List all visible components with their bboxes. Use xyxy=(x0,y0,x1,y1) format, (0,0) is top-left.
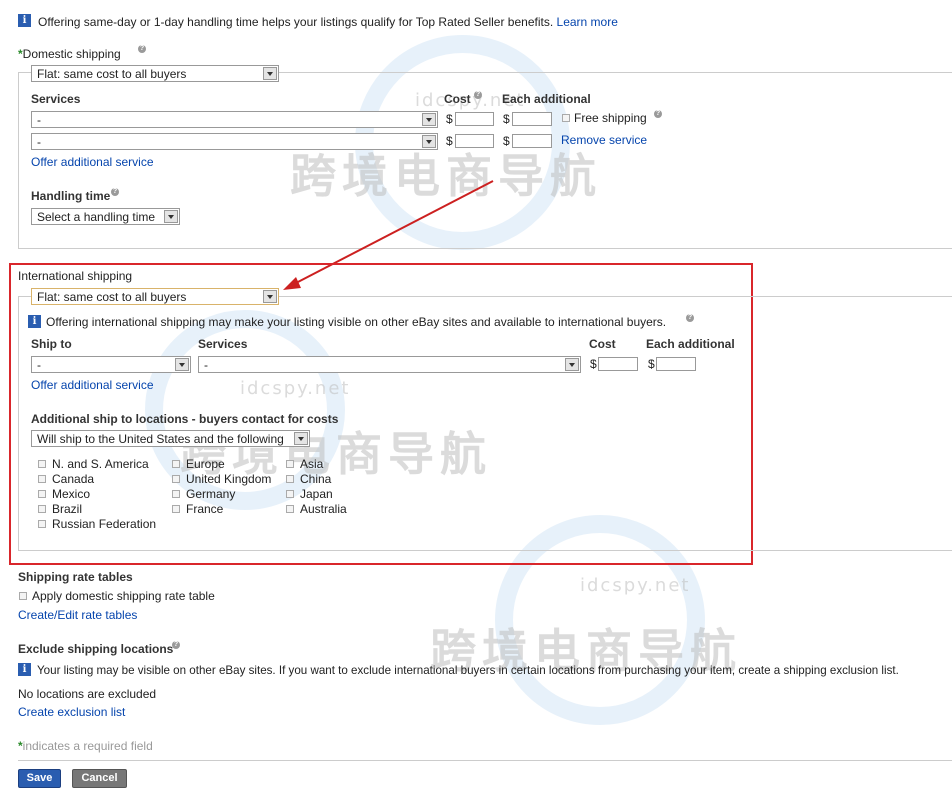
location-label: Asia xyxy=(300,457,324,471)
international-each-input[interactable] xyxy=(656,357,696,371)
international-service-select[interactable]: - xyxy=(198,356,581,373)
chevron-down-icon xyxy=(263,290,277,303)
location-label: Europe xyxy=(186,457,225,471)
help-icon[interactable]: ? xyxy=(686,314,694,322)
location-checkbox[interactable] xyxy=(286,475,294,483)
location-label: N. and S. America xyxy=(52,457,149,471)
apply-rate-table-checkbox[interactable] xyxy=(19,592,27,600)
location-label: United Kingdom xyxy=(186,472,272,486)
location-label: Russian Federation xyxy=(52,517,157,531)
ship-to-select[interactable]: - xyxy=(31,356,191,373)
chevron-down-icon xyxy=(294,432,308,445)
location-checkbox[interactable] xyxy=(172,475,180,483)
international-section-title: International shipping xyxy=(18,269,133,283)
international-cost-type-select[interactable]: Flat: same cost to all buyers xyxy=(31,288,279,305)
create-edit-rate-tables-link[interactable]: Create/Edit rate tables xyxy=(18,608,137,622)
location-checkbox[interactable] xyxy=(286,490,294,498)
exclude-notice: Your listing may be visible on other eBa… xyxy=(37,664,899,677)
international-service-value: - xyxy=(204,358,208,372)
chevron-down-icon xyxy=(565,358,579,371)
help-icon[interactable]: ? xyxy=(172,641,180,649)
chevron-down-icon xyxy=(175,358,189,371)
additional-locations-value: Will ship to the United States and the f… xyxy=(37,432,284,446)
currency-symbol: $ xyxy=(590,357,597,371)
international-cost-input[interactable] xyxy=(598,357,638,371)
location-checkbox[interactable] xyxy=(38,490,46,498)
location-checkbox[interactable] xyxy=(38,460,46,468)
international-offer-additional-link[interactable]: Offer additional service xyxy=(31,378,154,392)
create-exclusion-list-link[interactable]: Create exclusion list xyxy=(18,705,125,719)
location-label: Australia xyxy=(300,502,347,516)
location-checkbox[interactable] xyxy=(286,460,294,468)
rate-tables-title: Shipping rate tables xyxy=(18,570,133,584)
ship-to-label: Ship to xyxy=(31,337,72,351)
location-label: France xyxy=(186,502,224,516)
location-checkbox[interactable] xyxy=(172,460,180,468)
location-checkbox[interactable] xyxy=(286,505,294,513)
additional-locations-select[interactable]: Will ship to the United States and the f… xyxy=(31,430,310,447)
info-icon: i xyxy=(18,663,31,676)
location-label: Mexico xyxy=(52,487,91,501)
exclude-title: Exclude shipping locations xyxy=(18,642,174,656)
location-label: Japan xyxy=(300,487,333,501)
international-cost-type-value: Flat: same cost to all buyers xyxy=(37,290,187,304)
international-notice: Offering international shipping may make… xyxy=(46,315,667,329)
footer-divider xyxy=(18,760,952,761)
international-bottom-border xyxy=(18,550,952,551)
location-checkbox[interactable] xyxy=(38,505,46,513)
required-note: *indicates a required field xyxy=(18,739,153,753)
additional-locations-label: Additional ship to locations - buyers co… xyxy=(31,412,339,426)
location-checkbox[interactable] xyxy=(38,475,46,483)
currency-symbol: $ xyxy=(648,357,655,371)
exclusion-status: No locations are excluded xyxy=(18,687,157,701)
location-label: Brazil xyxy=(52,502,83,516)
apply-rate-table-label: Apply domestic shipping rate table xyxy=(32,589,215,603)
cancel-button[interactable]: Cancel xyxy=(72,769,127,788)
location-label: Canada xyxy=(52,472,95,486)
international-cost-label: Cost xyxy=(589,337,616,351)
save-button[interactable]: Save xyxy=(18,769,61,788)
location-checkbox[interactable] xyxy=(172,490,180,498)
ship-to-value: - xyxy=(37,358,41,372)
location-checkbox[interactable] xyxy=(172,505,180,513)
location-checkbox[interactable] xyxy=(38,520,46,528)
international-services-label: Services xyxy=(198,337,248,351)
international-each-additional-label: Each additional xyxy=(646,337,735,351)
location-label: Germany xyxy=(186,487,236,501)
location-label: China xyxy=(300,472,332,486)
international-left-border xyxy=(18,296,19,550)
info-icon: i xyxy=(28,315,41,328)
